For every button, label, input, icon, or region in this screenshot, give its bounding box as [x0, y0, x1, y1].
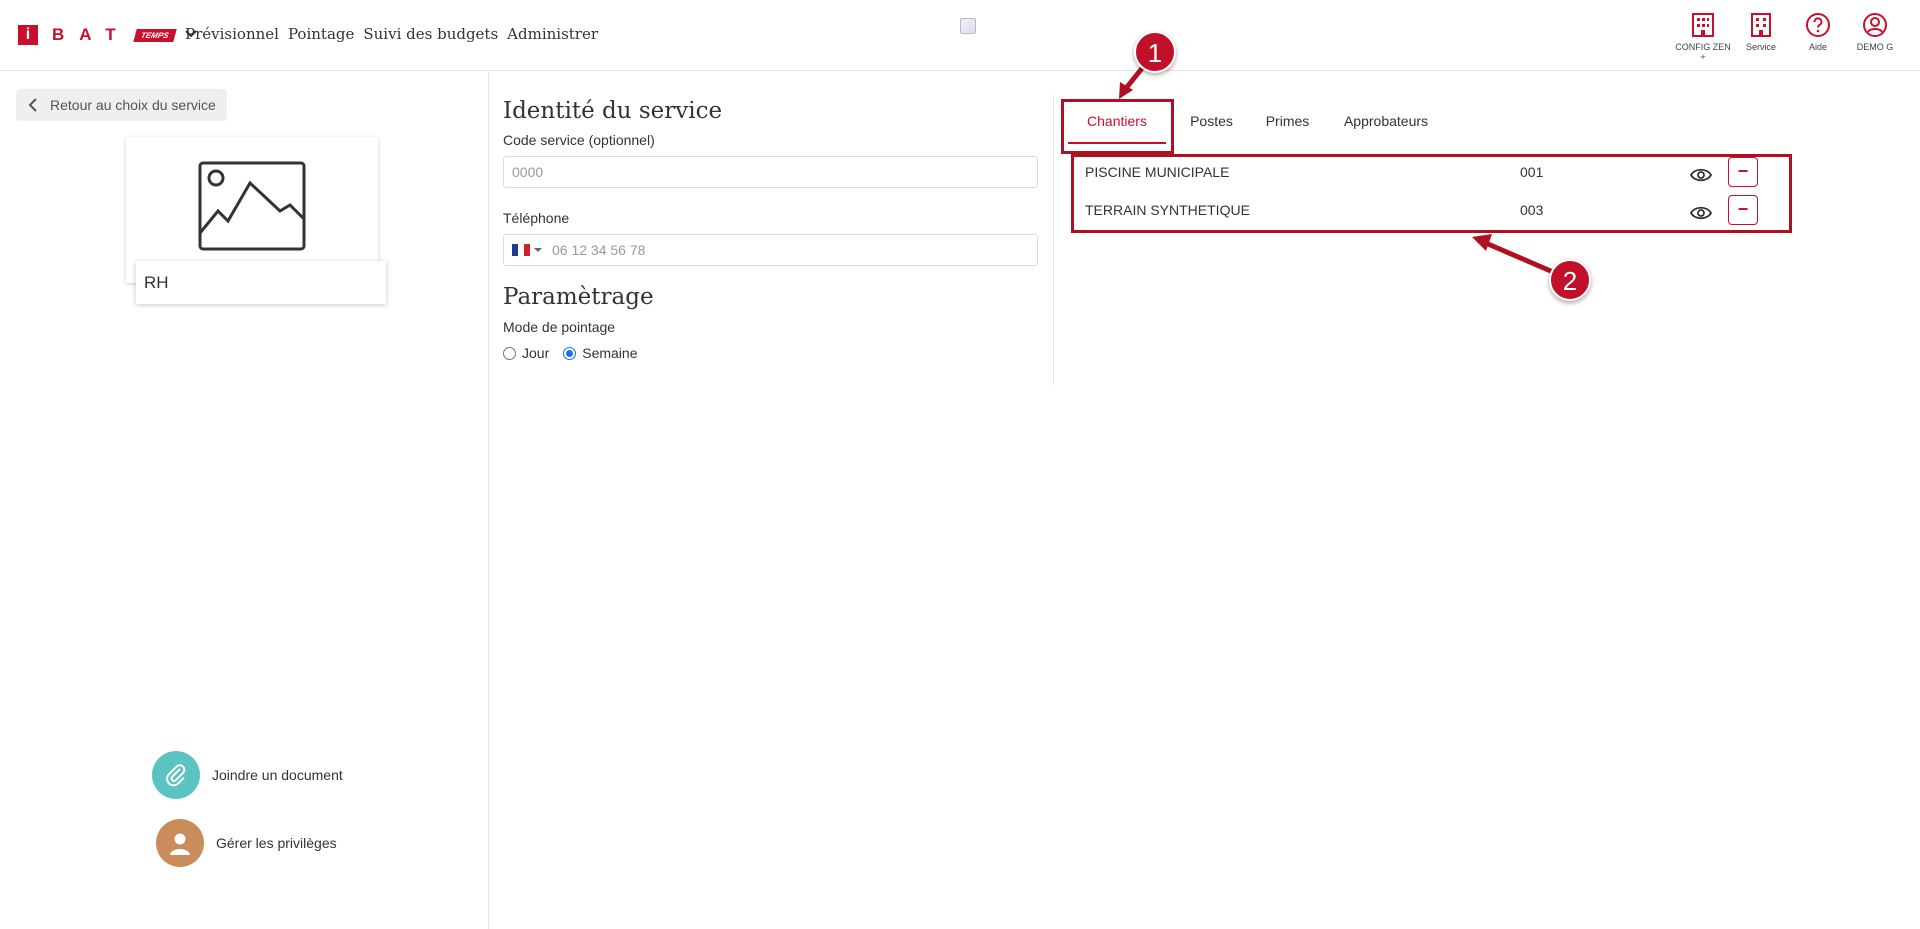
user-icon — [1863, 13, 1887, 37]
annotation-badge-2: 2 — [1549, 259, 1591, 301]
list-item: PISCINE MUNICIPALE 001 − — [1085, 157, 1785, 194]
nav-suivi-budgets[interactable]: Suivi des budgets — [363, 25, 498, 43]
code-label: Code service (optionnel) — [503, 132, 655, 148]
tab-postes[interactable]: Postes — [1174, 97, 1249, 144]
back-to-service-button[interactable]: Retour au choix du service — [16, 89, 227, 121]
mode-label: Mode de pointage — [503, 319, 616, 335]
sidebar: Retour au choix du service RH Joindre un… — [0, 72, 489, 929]
code-placeholder: 0000 — [512, 164, 544, 180]
annotation-badge-1: 1 — [1134, 31, 1176, 73]
radio-jour[interactable] — [503, 346, 516, 360]
remove-chantier-button[interactable]: − — [1728, 157, 1758, 187]
identity-title: Identité du service — [503, 98, 723, 124]
phone-placeholder: 06 12 34 56 78 — [552, 242, 646, 258]
radio-semaine-label: Semaine — [582, 345, 638, 361]
list-item: TERRAIN SYNTHETIQUE 003 − — [1085, 195, 1785, 232]
france-flag-icon[interactable] — [512, 244, 530, 256]
nav-pointage[interactable]: Pointage — [288, 25, 354, 43]
column-divider — [1053, 95, 1054, 385]
nav-previsionnel[interactable]: Prévisionnel — [185, 25, 279, 43]
caret-down-icon[interactable] — [534, 247, 542, 253]
radio-semaine[interactable] — [563, 346, 577, 360]
header-user[interactable]: DEMO G — [1845, 12, 1905, 52]
paperclip-icon — [152, 751, 200, 799]
phone-input[interactable]: 06 12 34 56 78 — [503, 234, 1038, 266]
radio-jour-label: Jour — [522, 345, 550, 361]
eye-icon[interactable] — [1690, 206, 1712, 220]
service-name: RH — [136, 261, 386, 304]
settings-title: Paramètrage — [503, 284, 654, 310]
logo-badge: TEMPS — [132, 28, 176, 42]
chantier-name: PISCINE MUNICIPALE — [1085, 164, 1230, 180]
logo-letters: BAT — [52, 25, 131, 44]
header-aide-label: Aide — [1808, 42, 1827, 52]
main-nav: Prévisionnel Pointage Suivi des budgets … — [185, 25, 607, 43]
eye-icon[interactable] — [1690, 168, 1712, 182]
image-placeholder-icon — [198, 161, 306, 251]
broken-image-icon — [960, 18, 976, 34]
chevron-left-icon — [28, 98, 37, 112]
back-to-service-label: Retour au choix du service — [50, 97, 216, 113]
tab-chantiers[interactable]: Chantiers — [1068, 97, 1166, 144]
header-config-zen[interactable]: CONFIG ZEN + — [1673, 12, 1733, 62]
chantier-code: 001 — [1520, 164, 1544, 180]
tab-bar: Chantiers Postes Primes Approbateurs — [1060, 97, 1446, 144]
manage-privileges-label: Gérer les privilèges — [216, 835, 337, 851]
user-avatar-icon — [156, 819, 204, 867]
attach-document-label: Joindre un document — [212, 767, 343, 783]
app-header: i BAT TEMPS Prévisionnel Pointage Suivi … — [0, 0, 1920, 71]
header-user-label: DEMO G — [1856, 42, 1894, 52]
header-config-zen-label: CONFIG ZEN + — [1675, 42, 1731, 62]
attach-document-button[interactable]: Joindre un document — [152, 751, 343, 799]
phone-label: Téléphone — [503, 210, 570, 226]
header-service-label: Service — [1745, 42, 1776, 52]
chantier-name: TERRAIN SYNTHETIQUE — [1085, 202, 1250, 218]
logo-mark: i — [18, 25, 38, 45]
remove-chantier-button[interactable]: − — [1728, 195, 1758, 225]
nav-administrer[interactable]: Administrer — [507, 25, 598, 43]
header-aide[interactable]: Aide — [1788, 12, 1848, 52]
app-logo[interactable]: i BAT TEMPS — [18, 25, 198, 45]
header-service[interactable]: Service — [1731, 12, 1791, 52]
code-input[interactable]: 0000 — [503, 156, 1038, 188]
tab-approbateurs[interactable]: Approbateurs — [1326, 97, 1446, 144]
building-icon — [1692, 13, 1714, 37]
service-form: Identité du service Code service (option… — [503, 98, 1038, 361]
help-icon — [1806, 13, 1830, 37]
mode-radio-group: Jour Semaine — [503, 345, 1038, 361]
building-icon — [1751, 13, 1771, 37]
tab-primes[interactable]: Primes — [1249, 97, 1326, 144]
manage-privileges-button[interactable]: Gérer les privilèges — [156, 819, 337, 867]
chantier-code: 003 — [1520, 202, 1544, 218]
